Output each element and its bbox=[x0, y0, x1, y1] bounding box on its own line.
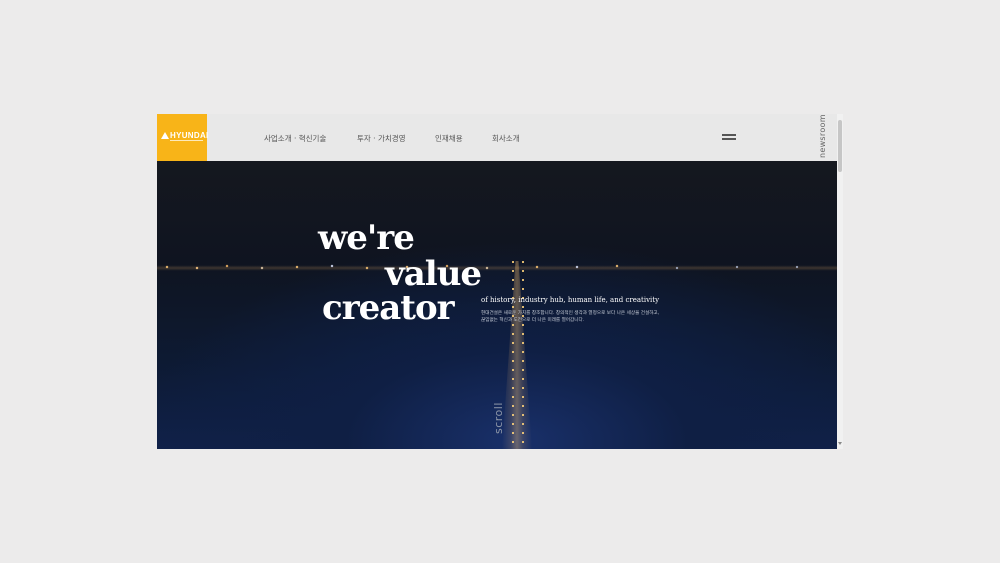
city-lights-background bbox=[157, 261, 837, 275]
scroll-indicator[interactable]: scroll bbox=[492, 386, 506, 446]
scrollbar-thumb[interactable] bbox=[838, 120, 842, 172]
bridge-lights-right bbox=[522, 261, 524, 449]
triangle-logo-icon bbox=[161, 132, 169, 139]
scroll-label: scroll bbox=[492, 402, 505, 434]
menu-line bbox=[722, 134, 736, 136]
hero-description-2: 끊임없는 혁신과 도전으로 더 나은 미래를 열어갑니다. bbox=[481, 318, 585, 323]
bridge-glow bbox=[502, 261, 532, 449]
hero-section: we're value creator of history, industry… bbox=[157, 161, 837, 449]
nav-recruit[interactable]: 인재채용 bbox=[435, 133, 463, 144]
scroll-down-arrow-icon[interactable] bbox=[838, 442, 842, 445]
page-scrollbar[interactable] bbox=[837, 114, 843, 449]
nav-investment[interactable]: 투자 · 가치경영 bbox=[357, 133, 406, 144]
hero-tagline: of history, industry hub, human life, an… bbox=[481, 296, 660, 304]
hamburger-menu-icon[interactable] bbox=[722, 134, 736, 141]
newsroom-label: newsroom bbox=[818, 114, 827, 158]
menu-line bbox=[722, 138, 736, 140]
hero-description-1: 현대건설은 새로운 가치를 창조합니다. 창의적인 생각과 열정으로 보다 나은… bbox=[481, 311, 660, 316]
headline-line-1: we're bbox=[318, 218, 415, 258]
headline-line-2: value bbox=[385, 254, 482, 294]
browser-window: HYUNDAI 사업소개 · 혁신기술 투자 · 가치경영 인재채용 회사소개 … bbox=[157, 114, 843, 449]
hyundai-logo[interactable]: HYUNDAI bbox=[157, 114, 209, 161]
headline-line-3: creator bbox=[322, 288, 455, 328]
bridge-lights-left bbox=[512, 261, 514, 449]
logo-text: HYUNDAI bbox=[170, 131, 209, 140]
site-header: HYUNDAI 사업소개 · 혁신기술 투자 · 가치경영 인재채용 회사소개 … bbox=[157, 114, 837, 161]
nav-company[interactable]: 회사소개 bbox=[492, 133, 520, 144]
nav-business-tech[interactable]: 사업소개 · 혁신기술 bbox=[264, 133, 326, 144]
logo-underline bbox=[170, 140, 203, 141]
